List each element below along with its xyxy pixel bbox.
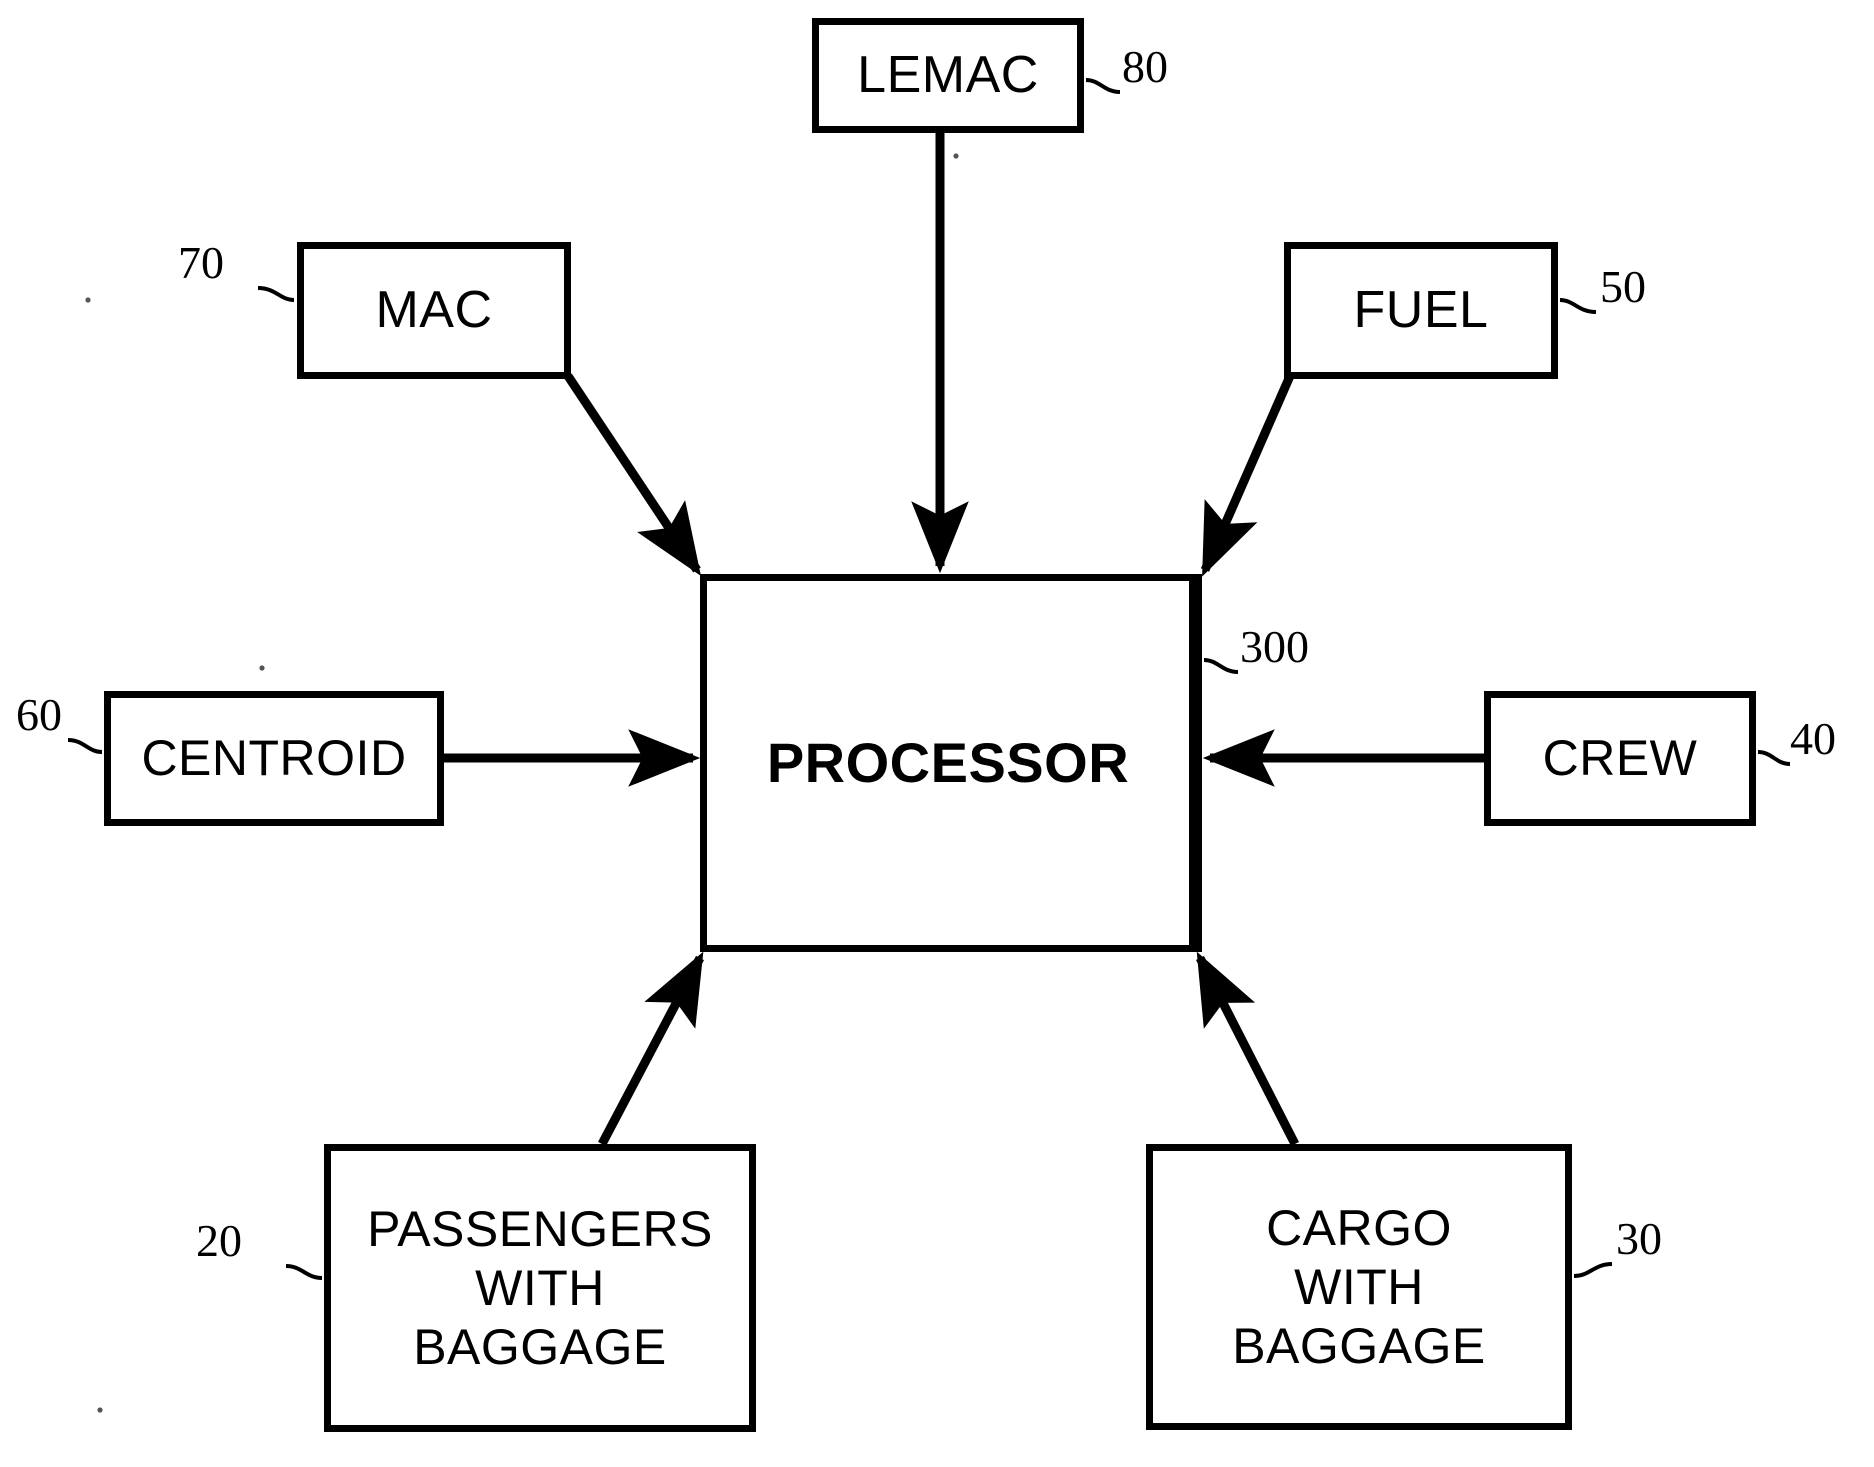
edge-cargo-processor bbox=[1195, 951, 1300, 1147]
node-cargo-label: CARGO WITH BAGGAGE bbox=[1232, 1199, 1486, 1374]
ref-number-passengers: 20 bbox=[196, 1215, 242, 1266]
node-processor-label: PROCESSOR bbox=[766, 730, 1130, 794]
node-processor[interactable]: PROCESSOR bbox=[700, 574, 1202, 952]
node-fuel-label: FUEL bbox=[1353, 280, 1489, 339]
ref-number-crew: 40 bbox=[1790, 713, 1836, 764]
node-mac-label: MAC bbox=[375, 280, 493, 339]
leader-line-40 bbox=[1757, 750, 1791, 766]
ref-number-processor: 300 bbox=[1240, 621, 1309, 672]
node-lemac[interactable]: LEMAC bbox=[812, 18, 1084, 133]
node-centroid-label: CENTROID bbox=[141, 730, 407, 786]
ref-number-centroid: 60 bbox=[16, 689, 62, 740]
node-crew[interactable]: CREW bbox=[1484, 691, 1756, 826]
leader-line-50 bbox=[1559, 298, 1597, 314]
ref-number-lemac: 80 bbox=[1122, 41, 1168, 92]
node-fuel[interactable]: FUEL bbox=[1284, 242, 1558, 379]
leader-line-30 bbox=[1573, 1262, 1613, 1278]
node-crew-label: CREW bbox=[1542, 730, 1698, 786]
leader-line-300 bbox=[1203, 658, 1239, 674]
edge-fuel-processor bbox=[1200, 374, 1295, 577]
scan-speck bbox=[953, 153, 959, 159]
node-passengers[interactable]: PASSENGERS WITH BAGGAGE bbox=[324, 1144, 756, 1432]
edge-passengers-processor bbox=[598, 951, 704, 1147]
leader-line-80 bbox=[1085, 78, 1121, 94]
scan-speck bbox=[85, 297, 91, 303]
node-passengers-label: PASSENGERS WITH BAGGAGE bbox=[367, 1200, 713, 1375]
edge-mac-processor bbox=[564, 373, 701, 576]
node-mac[interactable]: MAC bbox=[297, 242, 571, 379]
figure-canvas: LEMAC MAC FUEL CENTROID CREW PROCESSOR P… bbox=[0, 0, 1874, 1467]
scan-speck bbox=[259, 665, 265, 671]
leader-line-20 bbox=[285, 1264, 323, 1280]
leader-line-60 bbox=[67, 738, 103, 754]
node-lemac-label: LEMAC bbox=[857, 45, 1039, 104]
leader-line-70 bbox=[257, 286, 295, 302]
ref-number-fuel: 50 bbox=[1600, 261, 1646, 312]
node-cargo[interactable]: CARGO WITH BAGGAGE bbox=[1146, 1144, 1572, 1430]
node-centroid[interactable]: CENTROID bbox=[104, 691, 444, 826]
ref-number-mac: 70 bbox=[178, 237, 224, 288]
ref-number-cargo: 30 bbox=[1616, 1213, 1662, 1264]
scan-speck bbox=[97, 1407, 103, 1413]
